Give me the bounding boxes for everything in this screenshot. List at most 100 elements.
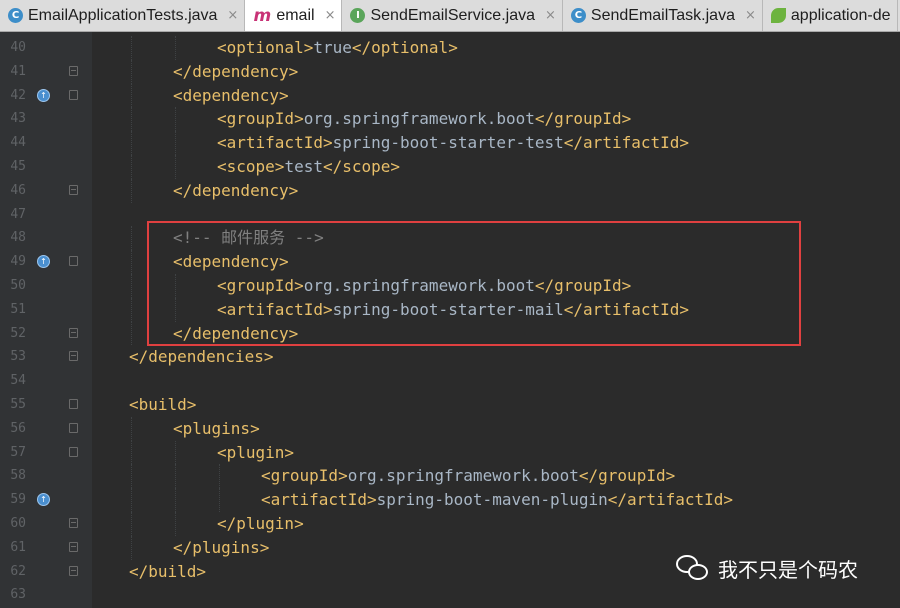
tab-1[interactable]: m email ×: [245, 0, 343, 31]
indent-guide: [175, 464, 176, 489]
xml-tag: <groupId>: [217, 109, 304, 129]
code-text: <optional>true</optional>: [217, 36, 458, 60]
code-text: </build>: [129, 560, 206, 584]
tab-label: SendEmailTask.java: [590, 6, 735, 24]
code-text: <build>: [129, 393, 196, 417]
xml-tag: <groupId>: [217, 276, 304, 295]
fold-marker-icon[interactable]: [69, 446, 78, 457]
line-number: 48: [10, 230, 26, 246]
code-line[interactable]: 41 </dependency>: [0, 59, 900, 84]
code-line[interactable]: 47: [0, 203, 900, 227]
code-line[interactable]: 51 <artifactId>spring-boot-starter-mail</…: [0, 297, 900, 322]
code-line[interactable]: 45 <scope>test</scope>: [0, 155, 900, 179]
xml-tag: </artifactId>: [607, 490, 734, 510]
code-line[interactable]: 53 </dependencies>: [0, 345, 900, 369]
xml-tag: </build>: [129, 561, 207, 581]
line-number: 50: [10, 278, 26, 293]
line-number: 44: [10, 135, 26, 151]
xml-tag: <scope>: [217, 157, 285, 176]
indent-guide: [131, 440, 132, 465]
fold-marker-icon[interactable]: [69, 65, 78, 76]
indent-guide: [131, 131, 132, 155]
fold-marker-icon[interactable]: [69, 184, 78, 195]
indent-guide: [131, 59, 132, 84]
fold-marker-icon[interactable]: [69, 327, 78, 338]
close-icon[interactable]: ×: [325, 8, 336, 23]
close-icon[interactable]: ×: [545, 8, 556, 23]
code-text: <plugin>: [217, 441, 294, 465]
indent-guide: [131, 274, 132, 298]
fold-marker-icon[interactable]: [69, 422, 78, 433]
xml-tag: </plugin>: [217, 514, 304, 533]
spring-leaf-icon: [770, 8, 786, 23]
code-line[interactable]: 60 </plugin>: [0, 512, 900, 536]
fold-marker-icon[interactable]: [69, 399, 78, 409]
xml-tag: <plugins>: [173, 418, 260, 438]
tab-4[interactable]: application-de: [762, 0, 898, 31]
xml-tag: <artifactId>: [261, 490, 377, 510]
indent-guide: [131, 297, 132, 322]
code-text: </dependency>: [173, 60, 298, 84]
code-line[interactable]: 40 <optional>true</optional>: [0, 36, 900, 60]
code-line[interactable]: 46 </dependency>: [0, 178, 900, 203]
code-line[interactable]: 43 <groupId>org.springframework.boot</gro…: [0, 107, 900, 132]
maven-icon: m: [253, 5, 272, 26]
code-text: </plugins>: [173, 536, 269, 560]
code-line[interactable]: 54: [0, 369, 900, 393]
xml-text: true: [313, 38, 352, 57]
xml-tag: </groupId>: [578, 466, 676, 486]
code-line[interactable]: 50 <groupId>org.springframework.boot</gro…: [0, 274, 900, 298]
line-number: 40: [10, 40, 26, 55]
indent-guide: [175, 131, 176, 155]
indent-guide: [175, 107, 176, 132]
code-text: </dependency>: [173, 179, 298, 203]
fold-marker-icon[interactable]: [69, 89, 78, 100]
class-icon: C: [570, 8, 586, 23]
tab-0[interactable]: C EmailApplicationTests.java ×: [0, 0, 246, 31]
close-icon[interactable]: ×: [227, 8, 238, 23]
xml-tag: <plugin>: [217, 442, 295, 462]
tab-3[interactable]: C SendEmailTask.java ×: [562, 0, 763, 31]
line-number: 56: [10, 420, 26, 436]
line-number: 53: [10, 349, 26, 365]
xml-tag: </dependency>: [173, 323, 299, 343]
code-line[interactable]: 55 <build>: [0, 393, 900, 417]
code-text: <dependency>: [173, 84, 289, 108]
indent-guide: [131, 321, 132, 346]
line-number: 47: [10, 206, 26, 222]
code-editor[interactable]: 40 <optional>true</optional> 41 </dependenc…: [0, 32, 900, 608]
override-marker-icon[interactable]: ↑: [37, 493, 50, 507]
override-marker-icon[interactable]: ↑: [37, 255, 50, 269]
close-icon[interactable]: ×: [745, 8, 756, 23]
line-number: 61: [10, 539, 26, 555]
code-line[interactable]: 42 ↑ <dependency>: [0, 83, 900, 108]
xml-text: org.springframework.boot: [303, 276, 535, 295]
indent-guide: [175, 274, 176, 298]
xml-tag: </dependency>: [173, 61, 299, 81]
override-marker-icon[interactable]: ↑: [37, 88, 50, 102]
fold-marker-icon[interactable]: [69, 541, 78, 552]
indent-guide: [131, 83, 132, 108]
fold-marker-icon[interactable]: [69, 256, 78, 267]
code-line[interactable]: 52 </dependency>: [0, 321, 900, 346]
fold-marker-icon[interactable]: [69, 518, 78, 528]
fold-marker-icon[interactable]: [69, 351, 78, 362]
indent-guide: [131, 107, 132, 132]
fold-marker-icon[interactable]: [69, 565, 78, 576]
code-line[interactable]: 48 <!-- 邮件服务 -->: [0, 226, 900, 251]
code-line[interactable]: 56 <plugins>: [0, 416, 900, 441]
code-line[interactable]: 63: [0, 583, 900, 607]
code-line[interactable]: 59 ↑ <artifactId>spring-boot-maven-plugin<…: [0, 488, 900, 512]
code-text: <dependency>: [173, 250, 289, 274]
line-number: 45: [10, 159, 26, 174]
indent-guide: [175, 297, 176, 322]
code-line[interactable]: 57 <plugin>: [0, 440, 900, 465]
tab-2[interactable]: I SendEmailService.java ×: [342, 0, 563, 31]
indent-guide: [131, 416, 132, 441]
code-line[interactable]: 49 ↑ <dependency>: [0, 250, 900, 274]
line-number: 46: [10, 182, 26, 198]
code-line[interactable]: 58 <groupId>org.springframework.boot</gro…: [0, 464, 900, 489]
line-number: 57: [10, 444, 26, 460]
line-number: 52: [10, 325, 26, 341]
code-line[interactable]: 44 <artifactId>spring-boot-starter-test</…: [0, 131, 900, 155]
